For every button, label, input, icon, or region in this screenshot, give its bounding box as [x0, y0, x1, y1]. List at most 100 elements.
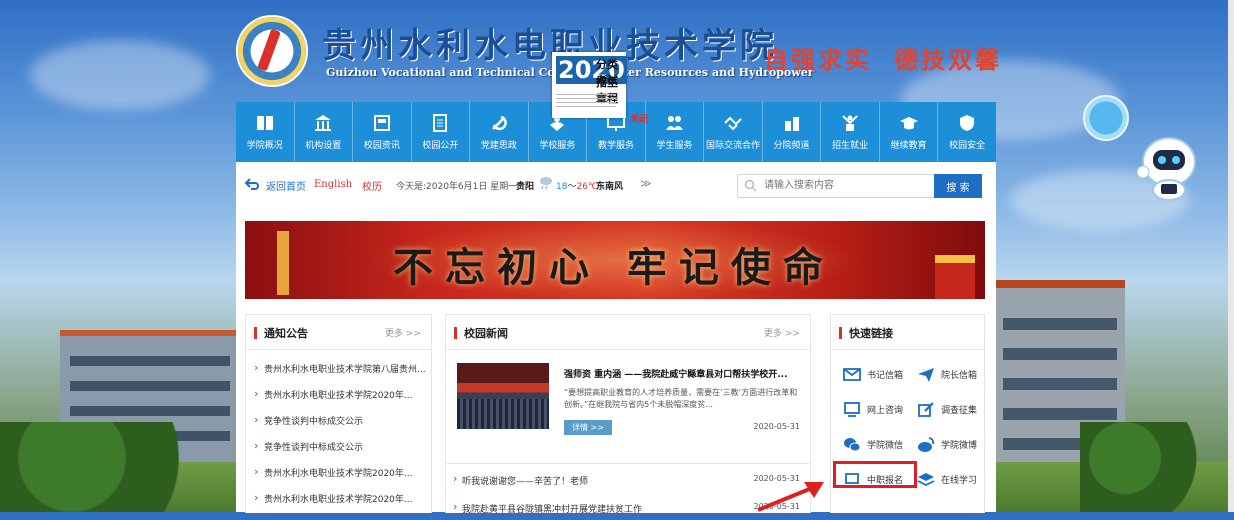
quick-links-title: 快速链接: [849, 327, 893, 340]
banner-gate: [935, 255, 975, 299]
news-item-title: 我院赴黄平县谷陇镇黑冲村开展党建扶贫工作: [462, 505, 643, 515]
nav-item-11[interactable]: 招生就业: [821, 102, 880, 162]
edit-icon: [917, 401, 935, 421]
quick-link-1[interactable]: 书记信箱: [835, 363, 907, 385]
news-item-title: 听我说谢谢您——辛苦了！老师: [462, 477, 589, 487]
party-emblem-icon: [489, 113, 509, 133]
english-link[interactable]: English: [314, 179, 352, 190]
background-trees: [0, 422, 240, 512]
motto-part-1: 自强求实: [764, 45, 872, 74]
image-crowd: [457, 399, 549, 429]
quick-link-5[interactable]: 学院微信: [835, 433, 907, 455]
featured-news-date: 2020-05-31: [753, 422, 801, 431]
cheering-icon: [840, 113, 860, 133]
document-icon: [430, 113, 450, 133]
notice-panel: 通知公告 更多 >> 贵州水利水电职业技术学院第八届贵州...贵州水利水电职业技…: [245, 314, 432, 513]
close-ad-link[interactable]: 关闭: [630, 112, 648, 125]
nav-item-label: 机构设置: [305, 141, 342, 151]
quick-link-label: 学院微信: [867, 441, 904, 451]
nav-item-13[interactable]: 校园安全: [938, 102, 996, 162]
nav-item-10[interactable]: 分院频道: [763, 102, 822, 162]
utility-bar: 返回首页 English 校历 今天是:2020年6月1日 星期一 贵阳 18～…: [236, 162, 996, 209]
quick-link-3[interactable]: 网上咨询: [835, 398, 907, 420]
section-marker: [839, 327, 842, 339]
nav-item-label: 学院概况: [246, 141, 283, 151]
nav-item-9[interactable]: 国际交流合作: [704, 102, 763, 162]
campus-icon: [782, 113, 802, 133]
search-box: [737, 174, 935, 198]
section-marker: [254, 327, 257, 339]
mail-plane-icon: [917, 366, 935, 386]
students-icon: [664, 113, 684, 133]
news-detail-button[interactable]: 详情 >>: [564, 420, 612, 435]
floating-ad[interactable]: 2020 分类考试 招生章程: [552, 52, 627, 118]
notice-title: 通知公告: [264, 327, 308, 340]
red-arrow-annotation: [756, 478, 826, 515]
background-cloud: [30, 40, 210, 110]
search-input[interactable]: [764, 175, 930, 195]
robot-assistant-icon[interactable]: [1135, 132, 1203, 202]
nav-item-label: 教学服务: [597, 141, 634, 151]
quick-link-6[interactable]: 学院微博: [909, 433, 981, 455]
nav-item-label: 国际交流合作: [706, 141, 761, 151]
weather-more-link[interactable]: ≫: [640, 177, 652, 190]
notice-header: 通知公告 更多 >>: [246, 315, 431, 350]
temp-high: 26℃: [576, 182, 599, 192]
page-scrollbar[interactable]: [1228, 0, 1234, 512]
search-button[interactable]: 搜 索: [934, 174, 982, 198]
notice-item[interactable]: 竞争性谈判中标成交公示: [246, 414, 431, 440]
calendar-link[interactable]: 校历: [362, 178, 382, 193]
nav-item-8[interactable]: 学生服务: [646, 102, 705, 162]
news-more-link[interactable]: 更多 >>: [764, 326, 800, 339]
quick-link-label: 院长信箱: [941, 371, 978, 381]
notice-item[interactable]: 贵州水利水电职业技术学院第八届贵州...: [246, 362, 431, 388]
quick-link-7[interactable]: 中职报名: [833, 461, 917, 490]
slogan-banner[interactable]: 不忘初心 牢记使命: [245, 221, 985, 299]
news-icon: [372, 113, 392, 133]
notice-item[interactable]: 贵州水利水电职业技术学院2020年...: [246, 466, 431, 492]
motto-part-2: 德技双馨: [894, 45, 1002, 74]
building-columns-icon: [313, 113, 333, 133]
notice-item[interactable]: 贵州水利水电职业技术学院2020年...: [246, 388, 431, 414]
featured-news-summary: “要想提高职业教育的人才培养质量，需要在‘三教’方面进行改革和创新。”在继我院与…: [564, 388, 798, 409]
notice-more-link[interactable]: 更多 >>: [385, 326, 421, 339]
news-title: 校园新闻: [464, 327, 508, 340]
nav-item-label: 分院频道: [773, 141, 810, 151]
ad-fine-print: [556, 94, 616, 110]
wechat-icon: [843, 436, 861, 456]
nav-item-label: 学校服务: [539, 141, 576, 151]
floating-book-icon[interactable]: [1083, 95, 1129, 141]
nav-item-label: 继续教育: [890, 141, 927, 151]
featured-news-title[interactable]: 强师资 重内涵 ——我院赴威宁縣章县对口帮扶学校开...: [564, 367, 800, 380]
nav-item-label: 校园资讯: [363, 141, 400, 151]
quick-link-8[interactable]: 在线学习: [909, 468, 981, 490]
monitor-icon: [843, 401, 861, 421]
quick-link-label: 学院微博: [941, 441, 978, 451]
nav-item-12[interactable]: 继续教育: [880, 102, 939, 162]
quick-link-label: 网上咨询: [867, 406, 904, 416]
home-link[interactable]: 返回首页: [266, 178, 306, 193]
banner-monument: [277, 231, 289, 295]
nav-item-2[interactable]: 机构设置: [295, 102, 354, 162]
nav-item-1[interactable]: 学院概况: [236, 102, 295, 162]
quick-links-header: 快速链接: [831, 315, 984, 350]
featured-news-image[interactable]: [457, 363, 549, 429]
nav-item-5[interactable]: 党建思政: [470, 102, 529, 162]
nav-item-4[interactable]: 校园公开: [412, 102, 471, 162]
quick-link-2[interactable]: 院长信箱: [909, 363, 981, 385]
quick-link-label: 在线学习: [941, 476, 978, 486]
cloudy-rain-icon: [538, 175, 554, 192]
notice-item[interactable]: 贵州水利水电职业技术学院2020年...: [246, 492, 431, 518]
notice-item[interactable]: 竞争性谈判中标成交公示: [246, 440, 431, 466]
weather-wind: 东南风: [596, 182, 624, 192]
school-logo[interactable]: [236, 15, 308, 87]
weather-temperature: 18～26℃: [556, 179, 598, 192]
shield-icon: [957, 113, 977, 133]
nav-item-3[interactable]: 校园资讯: [353, 102, 412, 162]
notice-list: 贵州水利水电职业技术学院第八届贵州...贵州水利水电职业技术学院2020年...…: [246, 362, 431, 518]
quick-link-4[interactable]: 调查征集: [909, 398, 981, 420]
background-trees: [1080, 422, 1230, 512]
highlight-box: [833, 461, 917, 488]
weibo-icon: [917, 436, 935, 456]
banner-slogan: 不忘初心 牢记使命: [393, 244, 835, 291]
